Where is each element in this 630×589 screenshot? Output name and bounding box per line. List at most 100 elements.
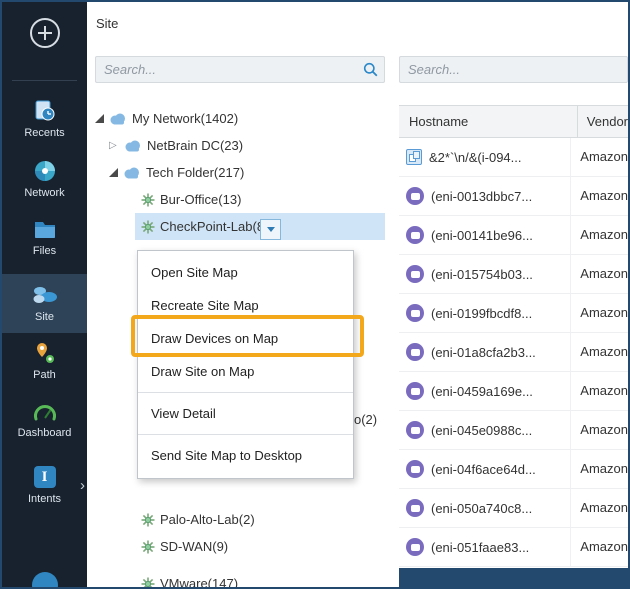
site-star-icon [141,220,155,233]
plus-circle-icon [29,18,60,48]
intents-icon: I [33,466,56,488]
expanded-arrow-icon[interactable] [109,168,118,177]
site-star-icon [141,513,155,526]
tree-item-label: SD-WAN(9) [160,539,229,554]
expanded-arrow-icon[interactable] [95,114,104,123]
network-icon [2,158,87,184]
table-row[interactable]: (eni-01a8cfa2b3... Amazon [399,333,628,372]
device-search-input[interactable] [399,56,628,83]
search-icon [363,62,378,77]
vendor-cell: Amazon [580,422,628,437]
app-window: Recents Network Files Site Path Dashboar… [0,0,630,589]
table-row[interactable]: (eni-0013dbbc7... Amazon [399,177,628,216]
tree-item-label: Palo-Alto-Lab(2) [160,512,255,527]
path-pin-icon [2,340,87,366]
menu-item-send-site-map-to-desktop[interactable]: Send Site Map to Desktop [138,439,353,472]
table-row[interactable]: (eni-00141be96... Amazon [399,216,628,255]
hostname-cell: (eni-04f6ace64d... [431,461,536,477]
tree-item-netbrain-dc[interactable]: NetBrain DC(23) [87,132,393,159]
tree-item-label: NetBrain DC(23) [147,138,244,153]
hostname-cell: (eni-01a8cfa2b3... [431,344,536,360]
tree-item-label: CheckPoint-Lab(8) [160,219,269,234]
tree-item-sd-wan[interactable]: SD-WAN(9) [87,533,393,560]
device-icon [406,421,424,439]
menu-item-open-site-map[interactable]: Open Site Map [138,256,353,289]
recents-icon [2,98,87,124]
tree-item-vmware[interactable]: VMware(147) [87,570,393,587]
table-row[interactable]: (eni-04f6ace64d... Amazon [399,450,628,489]
hostname-cell: &2*`\n/&(i-094... [429,149,522,165]
menu-item-view-detail[interactable]: View Detail [138,397,353,430]
device-icon [406,226,424,244]
panel-title: Site [96,16,119,31]
menu-separator [138,434,353,435]
site-search-input[interactable] [95,56,385,83]
table-row[interactable]: (eni-0459a169e... Amazon [399,372,628,411]
tree-item-palo-alto-lab[interactable]: Palo-Alto-Lab(2) [87,506,393,533]
hostname-cell: (eni-045e0988c... [431,422,533,438]
hostname-cell: (eni-051faae83... [431,539,530,555]
column-header-hostname[interactable]: Hostname [399,106,578,137]
partially-covered-tree-label: o(2) [354,412,378,427]
collapsed-arrow-icon[interactable] [109,141,119,151]
table-row[interactable]: (eni-015754b03... Amazon [399,255,628,294]
site-star-icon [141,193,155,206]
device-icon [406,187,424,205]
table-row[interactable]: (eni-045e0988c... Amazon [399,411,628,450]
site-clouds-icon [2,282,87,308]
sidebar-item-recents[interactable]: Recents [2,98,87,139]
menu-item-draw-site-on-map[interactable]: Draw Site on Map [138,355,353,388]
site-actions-dropdown-button[interactable] [260,219,282,240]
device-icon [406,538,424,556]
hostname-cell: (eni-0199fbcdf8... [431,305,533,321]
files-folder-icon [2,216,87,242]
table-bottom-bar [399,568,628,587]
chevron-down-icon [266,227,275,232]
sidebar-item-site[interactable]: Site [2,274,87,333]
sidebar-item-dashboard[interactable]: Dashboard [2,398,87,439]
vendor-cell: Amazon [580,188,628,203]
tree-item-tech-folder[interactable]: Tech Folder(217) [87,159,393,186]
cloud-icon [124,167,139,179]
sidebar-item-network[interactable]: Network [2,158,87,199]
sidebar-item-label: Recents [24,127,65,139]
hostname-cell: (eni-015754b03... [431,266,533,282]
hostname-cell: (eni-0459a169e... [431,383,533,399]
device-copy-icon [406,149,422,165]
vendor-cell: Amazon [580,383,628,398]
sidebar-item-label: Path [33,369,56,381]
sidebar-item-files[interactable]: Files [2,216,87,257]
sidebar-item-label: Files [32,245,57,257]
hostname-cell: (eni-0013dbbc7... [431,188,533,204]
partial-bottom-icon [31,572,58,587]
sidebar-item-label: Site [35,311,54,323]
tree-item-label: My Network(1402) [132,111,239,126]
tree-item-bur-office[interactable]: Bur-Office(13) [87,186,393,213]
site-star-icon [141,577,155,587]
cloud-icon [125,140,140,152]
vendor-cell: Amazon [580,266,628,281]
tree-item-checkpoint-lab[interactable]: CheckPoint-Lab(8) [87,213,393,240]
context-menu: Open Site Map Recreate Site Map Draw Dev… [137,250,354,479]
sidebar-item-intents[interactable]: I Intents [2,464,87,505]
app-sidebar: Recents Network Files Site Path Dashboar… [2,2,87,587]
table-body: &2*`\n/&(i-094... Amazon (eni-0013dbbc7.… [399,138,628,567]
sidebar-item-path[interactable]: Path [2,340,87,381]
device-table-panel: Hostname Vendor &2*`\n/&(i-094... Amazon… [399,2,628,587]
table-row[interactable]: (eni-051faae83... Amazon [399,528,628,567]
table-row[interactable]: (eni-050a740c8... Amazon [399,489,628,528]
vendor-cell: Amazon [580,461,628,476]
table-row[interactable]: (eni-0199fbcdf8... Amazon [399,294,628,333]
tree-item-label: Bur-Office(13) [160,192,242,207]
add-button[interactable] [26,14,64,52]
sidebar-item-label: Intents [27,493,62,505]
expand-panel-chevron-icon[interactable] [80,478,85,493]
column-header-vendor[interactable]: Vendor [578,106,628,137]
menu-item-recreate-site-map[interactable]: Recreate Site Map [138,289,353,322]
table-row[interactable]: &2*`\n/&(i-094... Amazon [399,138,628,177]
tree-item-my-network[interactable]: My Network(1402) [87,105,393,132]
menu-item-draw-devices-on-map[interactable]: Draw Devices on Map [138,322,353,355]
sidebar-item-label: Network [24,187,65,199]
vendor-cell: Amazon [580,227,628,242]
site-panel: Site My Network(1402) NetBrain DC(23) [87,2,393,587]
